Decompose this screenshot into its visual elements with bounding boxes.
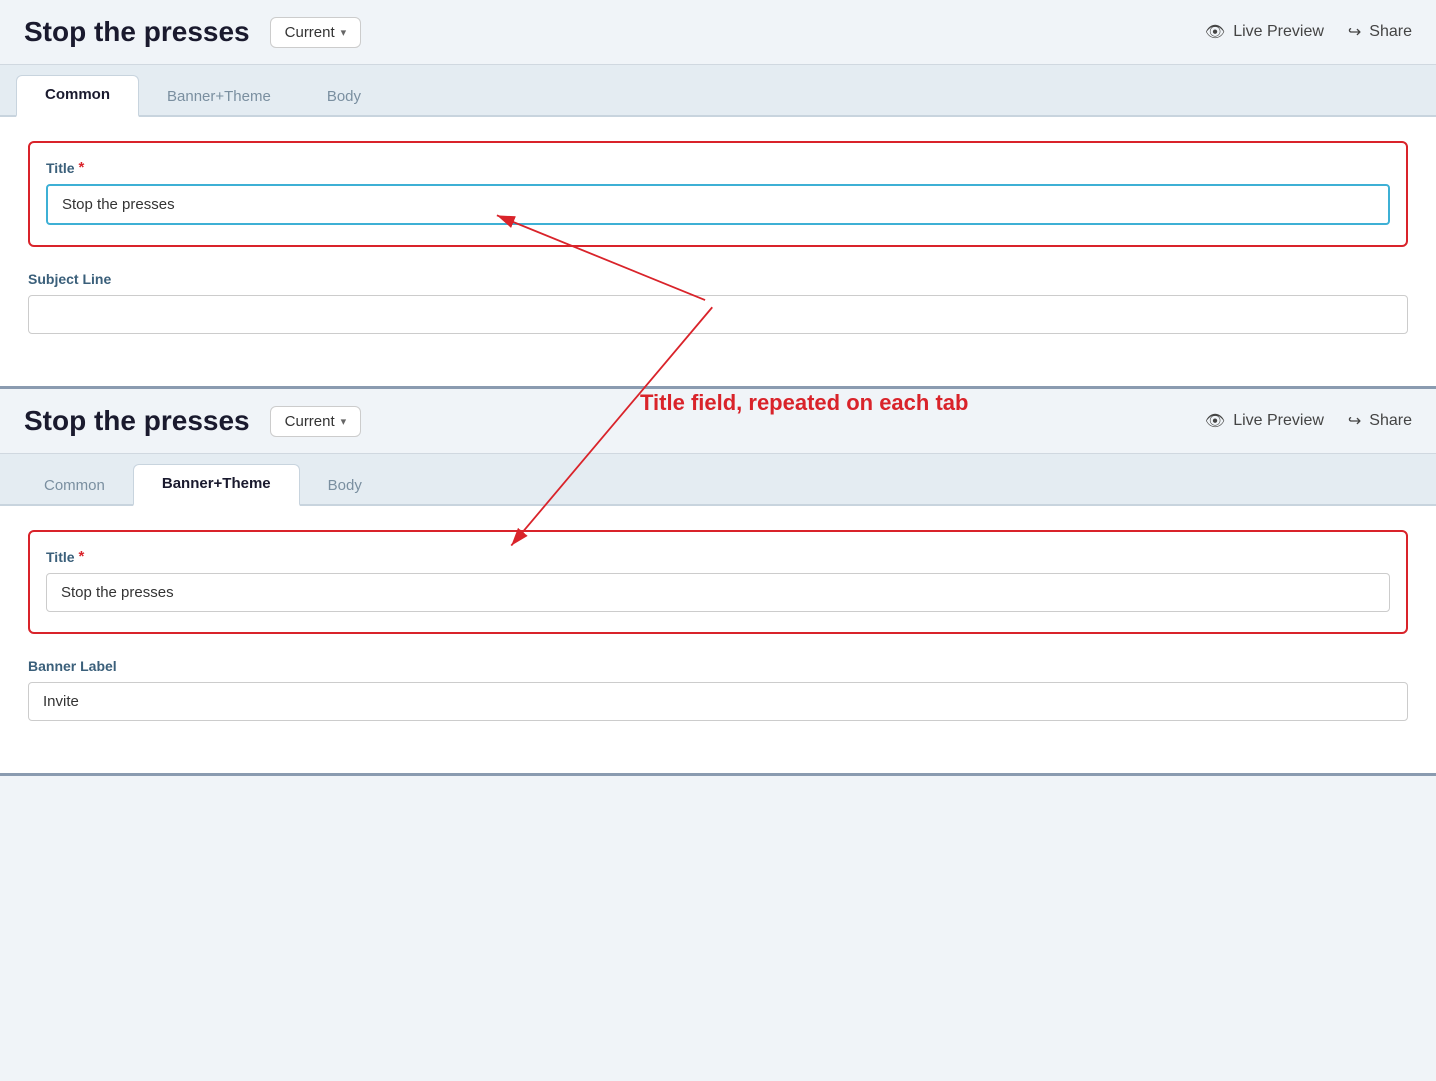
panel-2-title: Stop the presses xyxy=(24,405,250,437)
panel-1-header: Stop the presses Current ▾ 👁 Live Previe… xyxy=(0,0,1436,65)
eye-icon-2: 👁 xyxy=(1205,411,1225,431)
panel-1-live-preview-label: Live Preview xyxy=(1233,23,1324,41)
panel-1-tab-banner-theme[interactable]: Banner+Theme xyxy=(139,78,299,117)
panel-1-version-label: Current xyxy=(285,24,335,41)
panel-1-content: Title * Subject Line xyxy=(0,117,1436,386)
panel-1: Stop the presses Current ▾ 👁 Live Previe… xyxy=(0,0,1436,389)
panel-1-tabs: Common Banner+Theme Body xyxy=(0,65,1436,117)
panel-1-title-label: Title * xyxy=(46,159,1390,176)
panel-1-share-button[interactable]: ↪ Share xyxy=(1348,22,1412,42)
eye-icon: 👁 xyxy=(1205,22,1225,42)
panel-2-title-input[interactable] xyxy=(46,573,1390,612)
panel-2-share-label: Share xyxy=(1369,412,1412,430)
panel-2-banner-label-label: Banner Label xyxy=(28,658,1408,674)
panel-2-tab-banner-theme[interactable]: Banner+Theme xyxy=(133,464,300,506)
share-icon-2: ↪ xyxy=(1348,411,1361,431)
panel-2-version-dropdown[interactable]: Current ▾ xyxy=(270,406,362,437)
panel-2-banner-label-input[interactable] xyxy=(28,682,1408,721)
panel-2-title-required-star: * xyxy=(79,548,85,565)
panel-1-subject-line-group: Subject Line xyxy=(28,271,1408,334)
panel-1-title-field-wrapper: Title * xyxy=(28,141,1408,247)
panel-1-subject-line-input[interactable] xyxy=(28,295,1408,334)
panel-1-tab-common[interactable]: Common xyxy=(16,75,139,117)
panel-1-share-label: Share xyxy=(1369,23,1412,41)
panel-1-title: Stop the presses xyxy=(24,16,250,48)
panel-2: Stop the presses Current ▾ 👁 Live Previe… xyxy=(0,389,1436,776)
panel-2-tabs: Common Banner+Theme Body xyxy=(0,454,1436,506)
panel-2-live-preview-button[interactable]: 👁 Live Preview xyxy=(1205,411,1324,431)
panel-2-header-right: 👁 Live Preview ↪ Share xyxy=(1205,411,1412,431)
panel-2-tab-common[interactable]: Common xyxy=(16,467,133,506)
panel-2-share-button[interactable]: ↪ Share xyxy=(1348,411,1412,431)
panel-1-version-dropdown[interactable]: Current ▾ xyxy=(270,17,362,48)
chevron-down-icon-2: ▾ xyxy=(341,415,347,428)
panel-2-title-label: Title * xyxy=(46,548,1390,565)
panel-2-title-field-wrapper: Title * xyxy=(28,530,1408,634)
chevron-down-icon: ▾ xyxy=(341,26,347,39)
panel-2-tab-body[interactable]: Body xyxy=(300,467,390,506)
panel-1-live-preview-button[interactable]: 👁 Live Preview xyxy=(1205,22,1324,42)
panel-1-title-input[interactable] xyxy=(46,184,1390,225)
panel-1-title-required-star: * xyxy=(79,159,85,176)
panel-2-version-label: Current xyxy=(285,413,335,430)
share-icon: ↪ xyxy=(1348,22,1361,42)
panel-1-header-right: 👁 Live Preview ↪ Share xyxy=(1205,22,1412,42)
panel-1-tab-body[interactable]: Body xyxy=(299,78,389,117)
panel-2-banner-label-group: Banner Label xyxy=(28,658,1408,721)
panel-1-subject-line-label: Subject Line xyxy=(28,271,1408,287)
panel-2-live-preview-label: Live Preview xyxy=(1233,412,1324,430)
annotation-text: Title field, repeated on each tab xyxy=(640,390,968,416)
panel-2-content: Title * Banner Label xyxy=(0,506,1436,773)
